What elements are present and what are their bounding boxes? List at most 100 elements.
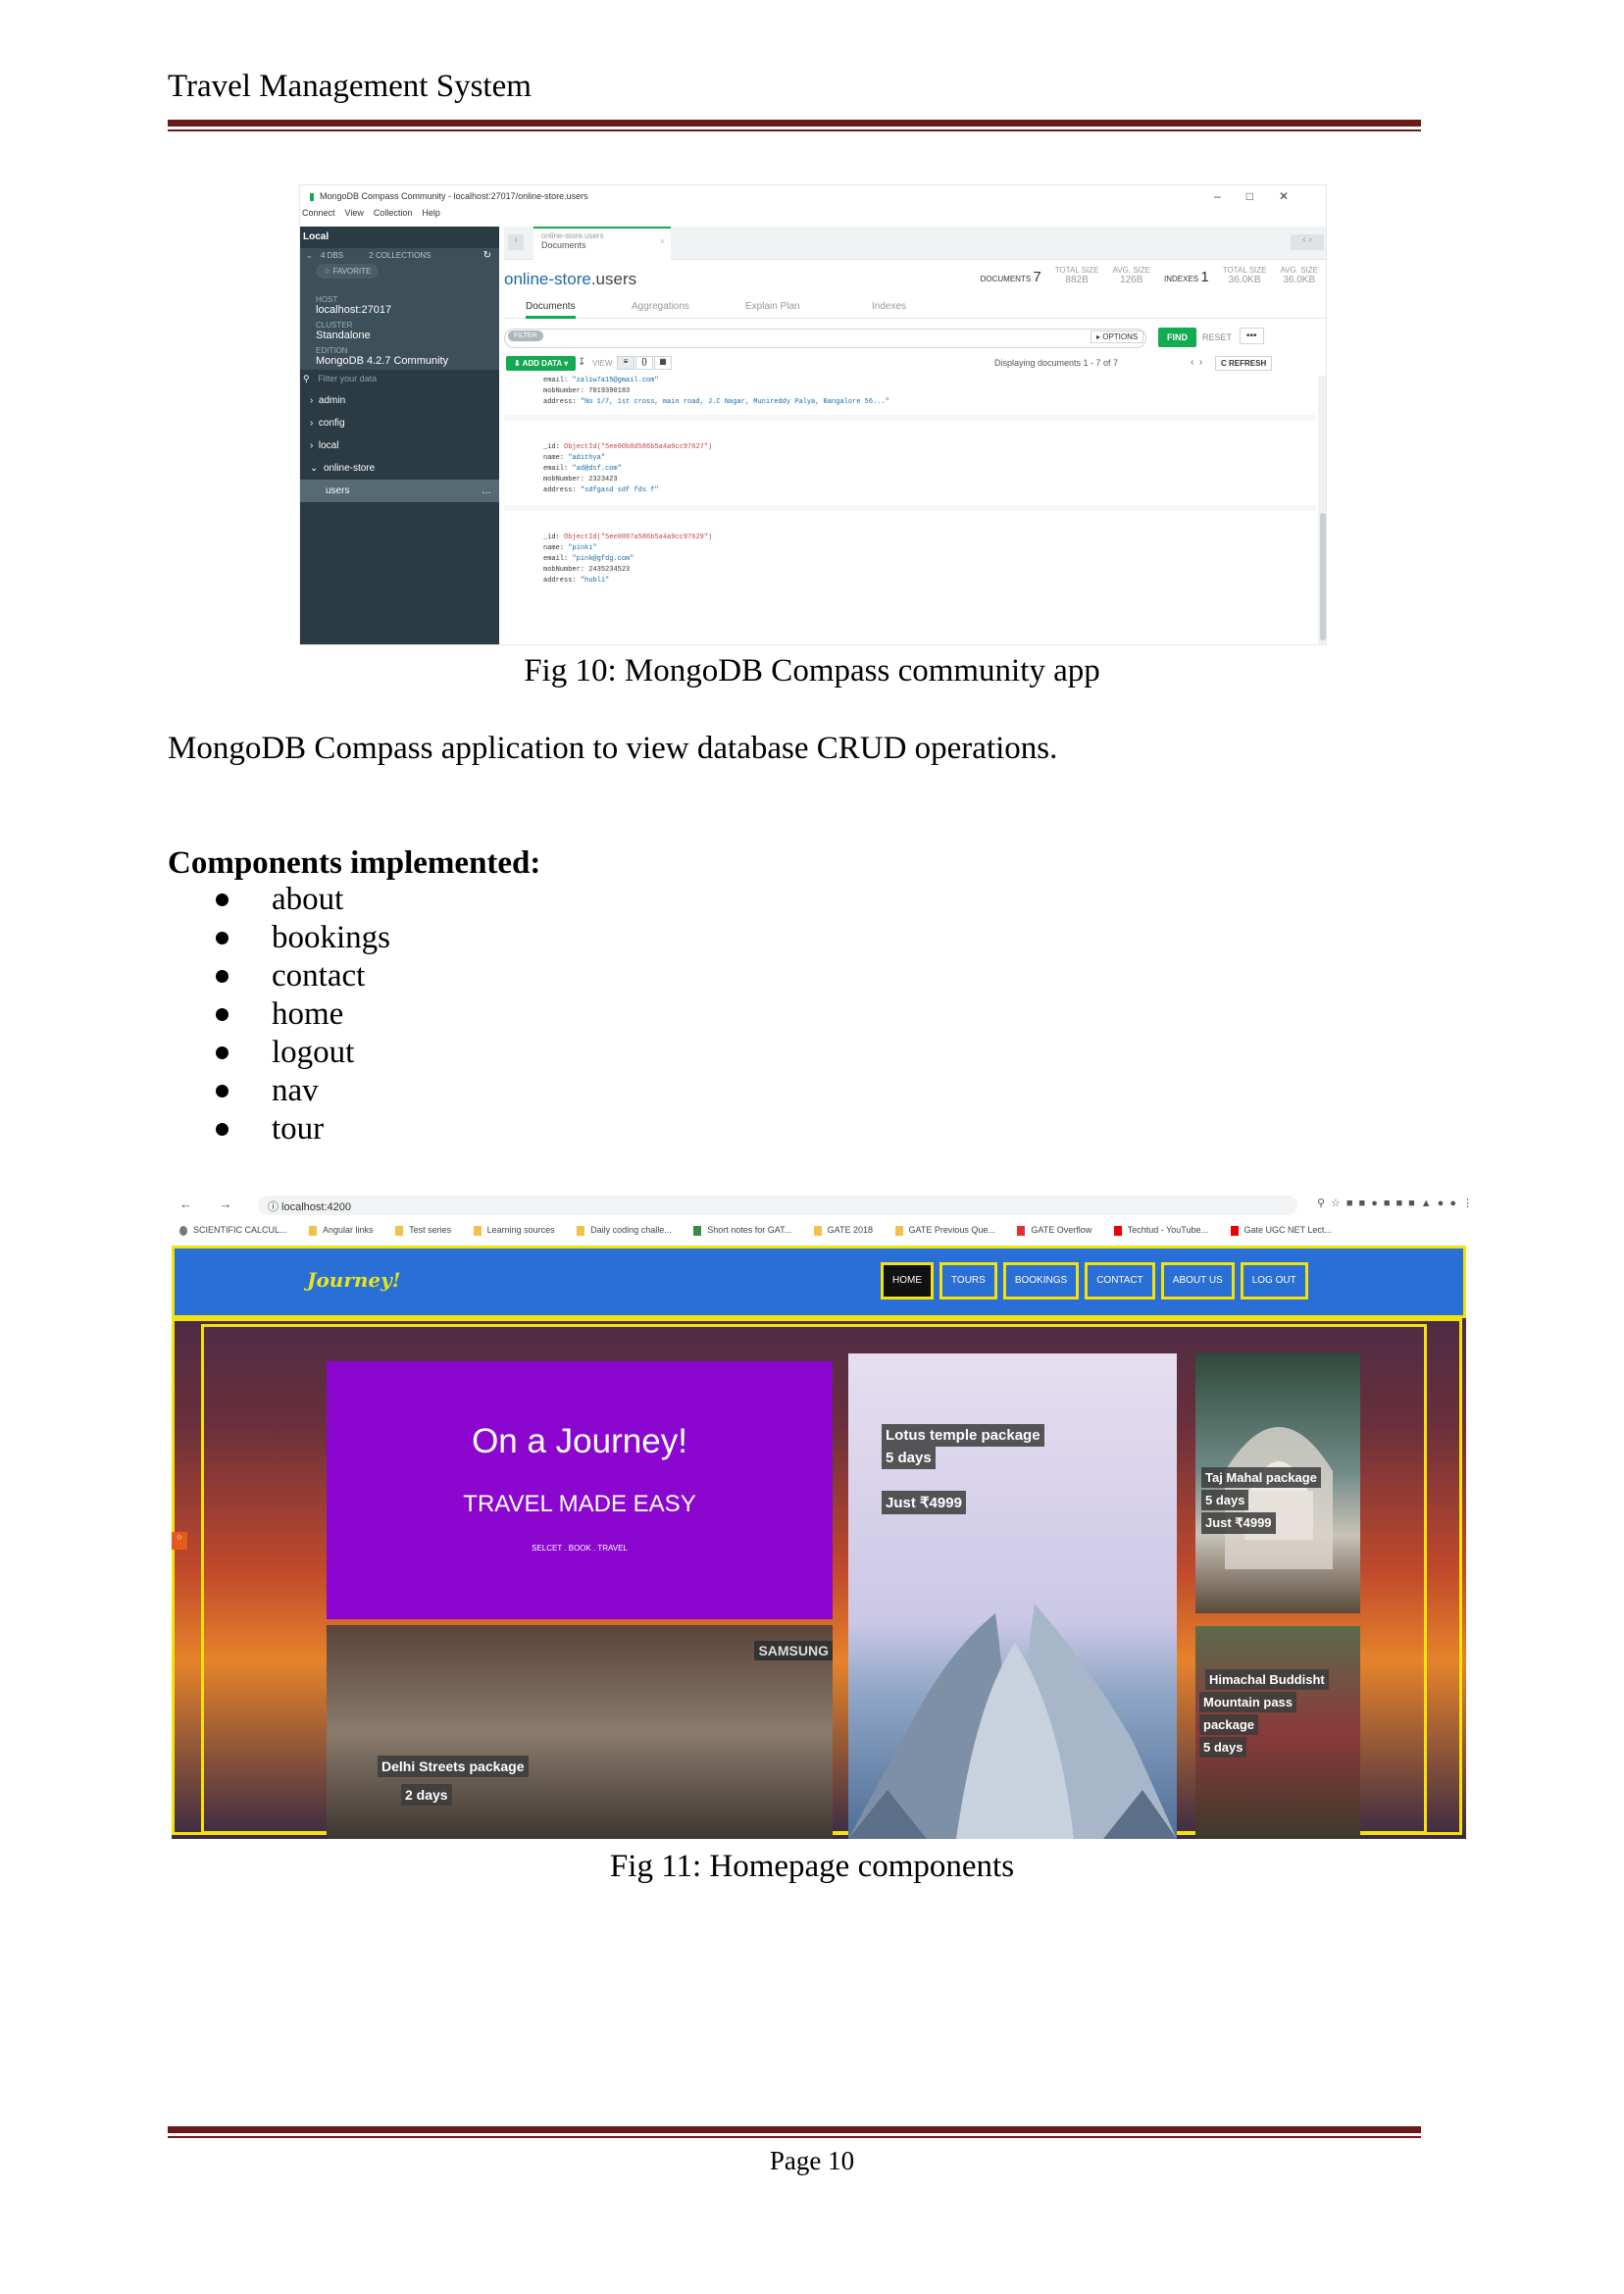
nav-tours[interactable]: TOURS <box>939 1262 997 1300</box>
view-label: VIEW <box>592 359 613 368</box>
document-card[interactable]: email: "zaliw7a15@gmail.com" mobNumber: … <box>504 376 1316 415</box>
bookmark-item[interactable]: GATE Overflow <box>1017 1225 1091 1236</box>
bullet-icon <box>216 1046 228 1059</box>
db-counts: ⌄ 4 DBS 2 COLLECTIONS ↻ <box>306 250 491 261</box>
bookmark-item[interactable]: Test series <box>395 1225 451 1236</box>
tour-card-lotus[interactable]: Lotus temple package 5 days Just ₹4999 <box>848 1353 1177 1839</box>
menu-collection[interactable]: Collection <box>374 208 413 218</box>
nav-contact[interactable]: CONTACT <box>1085 1262 1155 1300</box>
tab-indexes[interactable]: Indexes <box>872 301 906 312</box>
menu-view[interactable]: View <box>345 208 364 218</box>
document-card[interactable]: _id: ObjectId("5ee0097a586b5a4a9cc97629"… <box>504 511 1316 644</box>
tab-aggregations[interactable]: Aggregations <box>632 301 689 312</box>
nav-bookings[interactable]: BOOKINGS <box>1002 1262 1080 1300</box>
hero-subtitle: TRAVEL MADE EASY <box>463 1491 696 1517</box>
extension-icons[interactable]: ⚲☆■■●■■■▲●●⋮ <box>1317 1197 1479 1209</box>
list-item: bookings <box>216 919 390 957</box>
bullet-icon <box>216 932 228 944</box>
maximize-icon[interactable]: □ <box>1246 189 1279 203</box>
export-icon[interactable]: ↧ <box>578 357 585 368</box>
hero-tagline: SELCET . BOOK . TRAVEL <box>532 1544 628 1553</box>
bookmark-item[interactable]: Short notes for GAT... <box>693 1225 791 1236</box>
tour-card-himachal[interactable]: Himachal Buddisht Mountain pass package … <box>1195 1626 1360 1839</box>
bookmark-item[interactable]: Learning sources <box>473 1225 555 1236</box>
paragraph: MongoDB Compass application to view data… <box>168 731 1058 766</box>
filter-data-input[interactable]: ⚲ Filter your data <box>300 370 499 389</box>
more-options-button[interactable]: ••• <box>1240 328 1264 344</box>
filter-input[interactable] <box>504 329 1146 348</box>
page-icon <box>693 1225 702 1236</box>
refresh-button[interactable]: C REFRESH <box>1215 356 1273 371</box>
sub-tabs: Documents Aggregations Explain Plan Inde… <box>504 297 1326 319</box>
bookmark-item[interactable]: GATE 2018 <box>813 1225 873 1236</box>
favorite-button[interactable]: ☆ FAVORITE <box>316 264 380 279</box>
bookmark-item[interactable]: GATE Previous Que... <box>894 1225 995 1236</box>
nav-about-us[interactable]: ABOUT US <box>1160 1262 1235 1300</box>
fig11-caption: Fig 11: Homepage components <box>609 1849 1015 1884</box>
journey-homepage: Journey! HOME TOURS BOOKINGS CONTACT ABO… <box>172 1246 1466 1839</box>
instagram-icon[interactable]: ○ <box>172 1532 187 1550</box>
youtube-icon <box>1113 1225 1122 1236</box>
document-list: email: "zaliw7a15@gmail.com" mobNumber: … <box>504 376 1316 644</box>
hero-title: On a Journey! <box>472 1422 687 1460</box>
tour-card-delhi-streets[interactable]: SAMSUNG Delhi Streets package 2 days <box>327 1625 833 1839</box>
folder-icon <box>473 1225 482 1236</box>
options-button[interactable]: ▸ OPTIONS <box>1091 331 1144 343</box>
bullet-icon <box>216 1008 228 1021</box>
browser-toolbar: ← → C ⓘ localhost:4200 ⚲☆■■●■■■▲●●⋮ <box>170 1191 1473 1220</box>
window-controls[interactable]: –□✕ <box>1214 189 1314 203</box>
documents-toolbar: ⬇ ADD DATA ▾ ↧ VIEW ≡ {} ▦ Displaying do… <box>504 354 1326 374</box>
close-icon[interactable]: ✕ <box>1279 189 1314 203</box>
address-bar[interactable]: ⓘ localhost:4200 <box>258 1196 1297 1215</box>
collection-stats: DOCUMENTS 7 TOTAL SIZE 882B AVG. SIZE 126B… <box>980 266 1318 285</box>
page-arrows[interactable]: ‹ › <box>1191 357 1202 368</box>
folder-icon <box>577 1225 585 1236</box>
lotus-temple-image <box>848 1604 1177 1839</box>
pagination-info: Displaying documents 1 - 7 of 7 <box>994 358 1119 368</box>
components-list: about bookings contact home logout nav t… <box>216 881 390 1148</box>
tree-item-users[interactable]: users… <box>300 480 499 502</box>
list-view-icon[interactable]: ≡ <box>617 356 634 370</box>
tree-item-online-store[interactable]: ⌄ online-store <box>300 457 499 480</box>
sidebar-title: Local <box>300 227 499 248</box>
nav-home[interactable]: HOME <box>881 1262 934 1300</box>
list-item: about <box>216 881 390 919</box>
refresh-icon[interactable]: ↻ <box>483 250 491 261</box>
table-view-icon[interactable]: ▦ <box>654 356 672 370</box>
bookmark-item[interactable]: Daily coding challe... <box>577 1225 672 1236</box>
tree-item-local[interactable]: › local <box>300 434 499 457</box>
cluster-info: CLUSTER Standalone <box>316 321 371 341</box>
reset-button[interactable]: RESET <box>1202 332 1232 342</box>
add-data-button[interactable]: ⬇ ADD DATA ▾ <box>506 356 577 371</box>
globe-icon <box>179 1225 187 1236</box>
footer-rule <box>168 2126 1421 2138</box>
documents-scrollbar[interactable] <box>1318 376 1326 644</box>
tab-explain-plan[interactable]: Explain Plan <box>745 301 800 312</box>
nav-log-out[interactable]: LOG OUT <box>1240 1262 1308 1300</box>
bullet-icon <box>216 970 228 983</box>
json-view-icon[interactable]: {} <box>635 356 653 370</box>
bullet-icon <box>216 1123 228 1136</box>
tree-item-admin[interactable]: › admin <box>300 389 499 412</box>
tab-online-store-users[interactable]: online-store.users Documents × <box>533 227 671 260</box>
document-card[interactable]: _id: ObjectId("5ee00b8d586b5a4a9cc97627"… <box>504 421 1316 505</box>
page-number: Page 10 <box>769 2146 855 2175</box>
minimize-icon[interactable]: – <box>1214 189 1246 203</box>
back-arrow-icon[interactable]: ‹ <box>508 234 524 250</box>
close-tab-icon[interactable]: × <box>660 236 665 246</box>
menu-connect[interactable]: Connect <box>302 208 335 218</box>
find-button[interactable]: FIND <box>1158 328 1196 347</box>
bookmark-item[interactable]: Gate UGC NET Lect... <box>1230 1225 1332 1236</box>
tab-scroll-arrows[interactable]: ‹ › <box>1291 234 1324 250</box>
header-rule <box>168 120 1421 131</box>
tour-card-taj-mahal[interactable]: Taj Mahal package 5 days Just ₹4999 <box>1195 1353 1360 1613</box>
bookmark-item[interactable]: SCIENTIFIC CALCUL... <box>179 1225 287 1236</box>
tree-item-config[interactable]: › config <box>300 412 499 434</box>
document-header: Travel Management System <box>168 69 532 104</box>
tab-documents[interactable]: Documents <box>526 301 576 319</box>
bookmark-item[interactable]: Techtud - YouTube... <box>1113 1225 1208 1236</box>
tab-bar: online-store.users Documents × ‹ ‹ › <box>504 227 1326 260</box>
site-brand[interactable]: Journey! <box>307 1268 401 1292</box>
bookmark-item[interactable]: Angular links <box>309 1225 374 1236</box>
menu-help[interactable]: Help <box>422 208 440 218</box>
